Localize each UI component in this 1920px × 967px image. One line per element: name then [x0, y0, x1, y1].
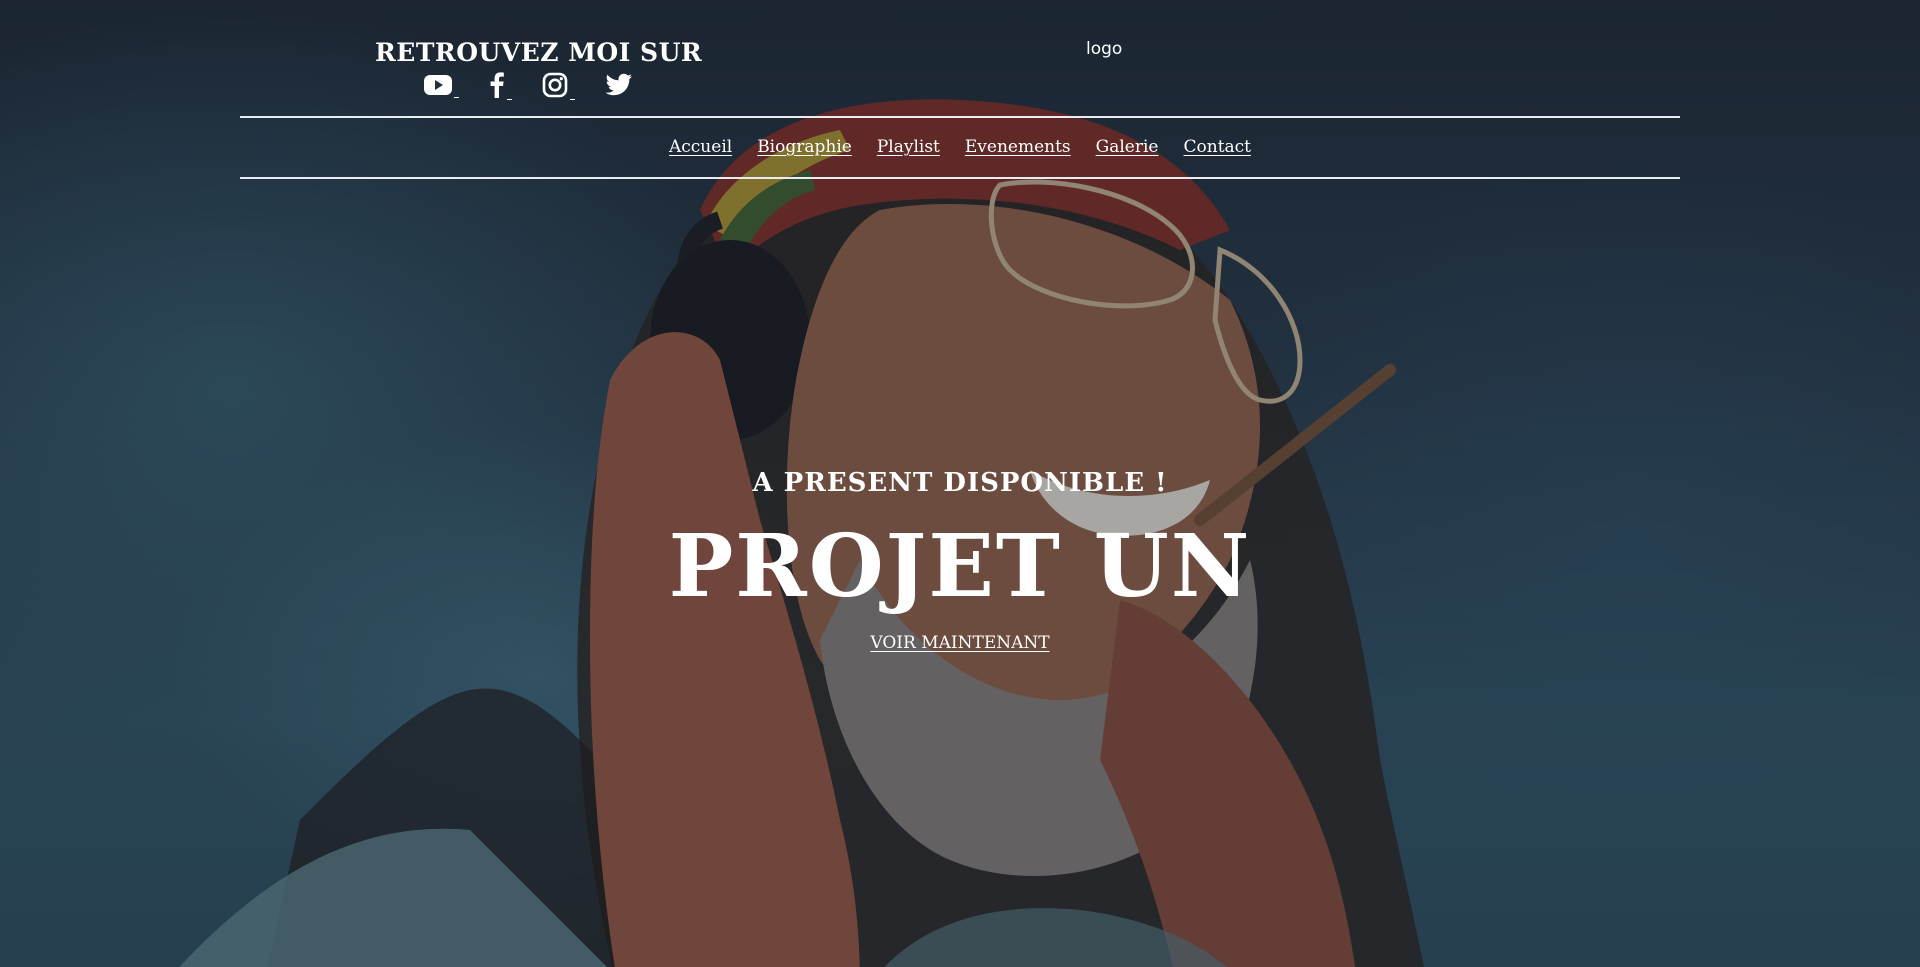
nav-item-playlist[interactable]: Playlist	[877, 136, 940, 158]
instagram-link[interactable]	[542, 72, 575, 102]
twitter-link[interactable]	[605, 73, 633, 101]
site-logo[interactable]: logo	[1086, 38, 1122, 60]
social-links	[375, 70, 681, 104]
hero-cta-wrapper: VOIR MAINTENANT	[0, 632, 1920, 654]
twitter-icon	[605, 73, 633, 101]
voir-maintenant-link[interactable]: VOIR MAINTENANT	[870, 633, 1049, 653]
nav-item-biographie[interactable]: Biographie	[757, 136, 852, 158]
instagram-icon	[542, 72, 568, 102]
link-underline	[506, 99, 512, 100]
hero-subtitle: A PRESENT DISPONIBLE !	[752, 468, 1168, 498]
youtube-icon	[423, 74, 452, 100]
facebook-icon	[489, 72, 505, 102]
nav-item-contact[interactable]: Contact	[1184, 136, 1252, 158]
social-follow-block: RETROUVEZ MOI SUR	[375, 38, 703, 104]
nav-item-accueil[interactable]: Accueil	[669, 136, 732, 158]
hero-section: RETROUVEZ MOI SUR logo Accueil Biographi…	[0, 0, 1920, 967]
nav-item-evenements[interactable]: Evenements	[965, 136, 1071, 158]
header-divider-bottom	[240, 177, 1680, 179]
link-underline	[569, 99, 575, 100]
facebook-link[interactable]	[489, 72, 512, 102]
nav-item-galerie[interactable]: Galerie	[1096, 136, 1159, 158]
link-underline	[453, 97, 459, 98]
header-divider-top	[240, 116, 1680, 118]
follow-title: RETROUVEZ MOI SUR	[375, 38, 703, 67]
hero-title: PROJET UN	[668, 516, 1252, 617]
main-nav: Accueil Biographie Playlist Evenements G…	[240, 136, 1680, 158]
youtube-link[interactable]	[423, 74, 459, 100]
